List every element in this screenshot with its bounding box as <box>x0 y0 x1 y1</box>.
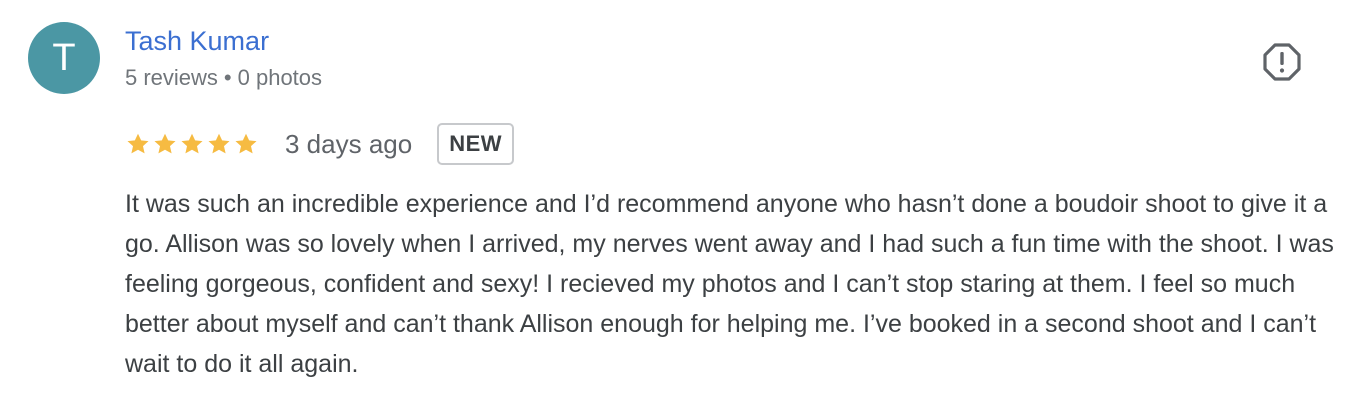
star-icon <box>208 133 230 154</box>
avatar[interactable]: T <box>28 22 100 94</box>
star-icon <box>154 133 176 154</box>
photo-count: 0 photos <box>237 65 323 90</box>
author-name-link[interactable]: Tash Kumar <box>125 26 269 57</box>
report-icon[interactable] <box>1262 42 1302 82</box>
review-text: It was such an incredible experience and… <box>125 190 1334 378</box>
new-badge: NEW <box>437 123 515 165</box>
review-time: 3 days ago <box>285 128 413 159</box>
review-count: 5 reviews <box>125 65 218 90</box>
author-meta: 5 reviews • 0 photos <box>125 65 322 91</box>
star-icon <box>127 133 149 154</box>
star-icon <box>181 133 203 154</box>
meta-separator: • <box>223 65 232 90</box>
rating-row: 3 days ago NEW <box>125 120 515 168</box>
star-rating <box>125 131 259 157</box>
star-icon <box>235 133 257 154</box>
